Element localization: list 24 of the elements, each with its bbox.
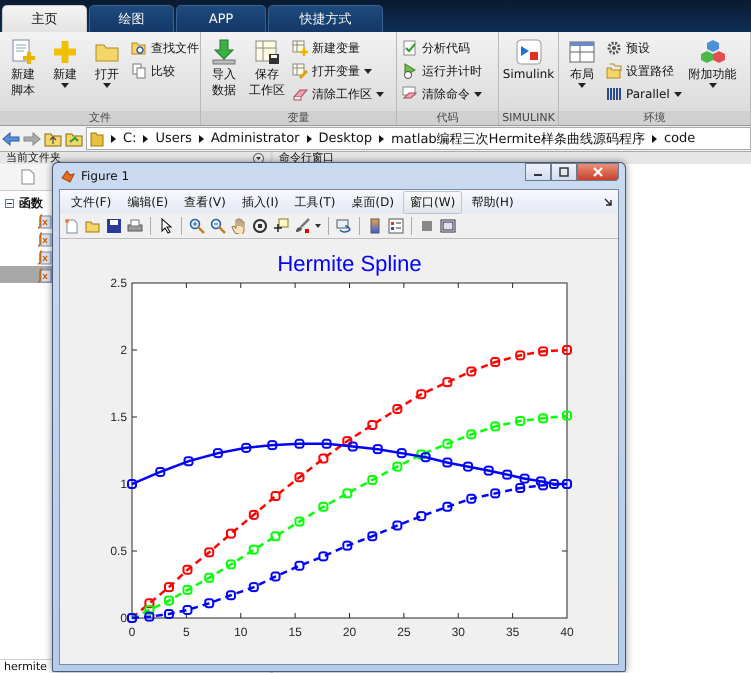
chart-title: Hermite Spline bbox=[277, 251, 422, 276]
x-tick-label: 30 bbox=[452, 625, 465, 639]
x-tick-label: 10 bbox=[234, 625, 248, 639]
x-tick-label: 40 bbox=[560, 625, 574, 639]
y-tick-label: 2.5 bbox=[110, 276, 127, 290]
x-tick-label: 15 bbox=[288, 625, 302, 639]
panel-title: 命令行窗口 bbox=[279, 152, 334, 164]
y-tick-label: 1 bbox=[120, 477, 127, 491]
ribbon-group-label: SIMULINK bbox=[499, 111, 558, 125]
ribbon-group-label: 环境 bbox=[559, 111, 750, 125]
panel-title: 当前文件夹 bbox=[6, 152, 61, 164]
x-tick-label: 20 bbox=[342, 625, 356, 639]
ribbon-group-label: 代码 bbox=[397, 111, 498, 125]
y-tick-label: 0.5 bbox=[110, 544, 127, 558]
x-tick-label: 35 bbox=[506, 625, 520, 639]
x-tick-label: 5 bbox=[183, 625, 190, 639]
x-tick-label: 25 bbox=[397, 625, 411, 639]
ribbon-group-label: 文件 bbox=[0, 111, 200, 125]
ribbon-group-label: 变量 bbox=[201, 111, 396, 125]
y-tick-label: 0 bbox=[120, 611, 127, 625]
y-tick-label: 2 bbox=[120, 343, 127, 357]
y-tick-label: 1.5 bbox=[110, 410, 127, 424]
window-title: Figure 1 bbox=[81, 169, 130, 183]
x-tick-label: 0 bbox=[128, 625, 136, 639]
